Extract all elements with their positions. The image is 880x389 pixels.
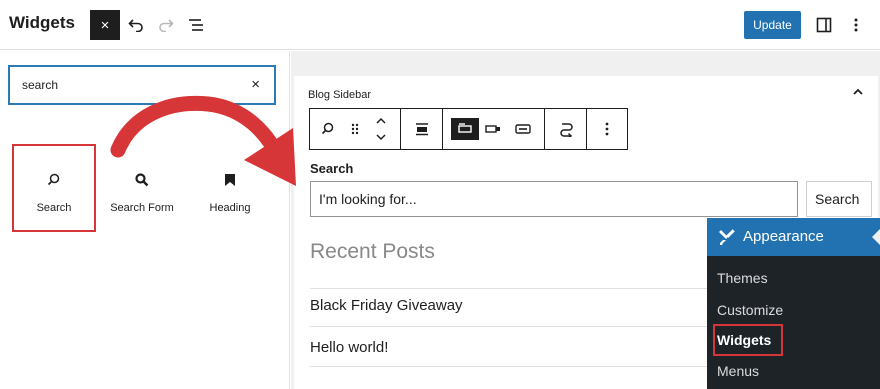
- list-view-button[interactable]: [184, 12, 208, 38]
- options-menu-button[interactable]: [846, 12, 866, 38]
- search-block-label[interactable]: Search: [310, 161, 353, 176]
- redo-icon: [159, 19, 174, 32]
- search-block-button-label: Search: [815, 191, 860, 207]
- clear-search-icon[interactable]: ×: [251, 76, 260, 93]
- sidebar-toggle-icon: [816, 17, 832, 33]
- search-icon: [47, 172, 61, 188]
- admin-menu-item-customize[interactable]: Customize: [717, 302, 783, 318]
- recent-post-link[interactable]: Hello world!: [310, 339, 388, 356]
- paintbrush-icon: [719, 229, 735, 245]
- recent-posts-heading: Recent Posts: [310, 240, 435, 263]
- search-form-icon: [135, 172, 149, 188]
- no-button-icon[interactable]: [511, 118, 535, 140]
- search-block-input[interactable]: I'm looking for...: [310, 181, 798, 217]
- divider: [310, 288, 714, 289]
- search-block-placeholder: I'm looking for...: [319, 191, 417, 207]
- align-center-icon[interactable]: [410, 118, 434, 140]
- appearance-label: Appearance: [743, 228, 824, 245]
- block-item-label: Heading: [209, 202, 251, 214]
- update-button[interactable]: Update: [744, 11, 801, 39]
- block-options-icon[interactable]: [595, 118, 619, 140]
- divider: [310, 326, 714, 327]
- active-notch: [872, 229, 880, 245]
- bookmark-icon: [224, 172, 236, 188]
- widget-area-title: Blog Sidebar: [308, 89, 371, 101]
- move-up-down-icon[interactable]: [369, 113, 393, 145]
- block-item-search-form[interactable]: Search Form: [100, 144, 184, 232]
- block-inserter-panel: search × Search Search Form Heading: [0, 51, 290, 389]
- admin-menu-item-themes[interactable]: Themes: [717, 270, 768, 286]
- list-view-icon: [189, 19, 203, 31]
- block-item-label: Search Form: [110, 202, 174, 214]
- admin-menu-appearance[interactable]: Appearance: [707, 218, 880, 256]
- block-item-heading[interactable]: Heading: [188, 144, 272, 232]
- search-input-value: search: [22, 78, 59, 92]
- undo-icon: [128, 19, 143, 32]
- admin-menu-item-widgets[interactable]: Widgets: [717, 332, 771, 348]
- drag-handle-icon[interactable]: [343, 118, 367, 140]
- transform-icon[interactable]: [554, 118, 578, 140]
- search-block-button[interactable]: Search: [806, 181, 872, 217]
- recent-post-link[interactable]: Black Friday Giveaway: [310, 297, 463, 314]
- divider: [310, 366, 714, 367]
- admin-menu-flyout: Appearance Themes Customize Widgets Menu…: [707, 218, 880, 389]
- top-toolbar: Widgets × Update: [0, 0, 880, 50]
- button-outside-icon[interactable]: [451, 118, 479, 140]
- settings-sidebar-button[interactable]: [812, 12, 836, 38]
- more-vertical-icon: [854, 18, 858, 32]
- block-item-label: Search: [36, 202, 72, 214]
- close-inserter-button[interactable]: ×: [90, 10, 120, 40]
- admin-menu-item-menus[interactable]: Menus: [717, 363, 759, 379]
- collapse-chevron-icon[interactable]: [852, 88, 864, 96]
- block-type-search-icon[interactable]: [316, 118, 340, 140]
- block-search-input[interactable]: search ×: [8, 65, 276, 105]
- undo-button[interactable]: [124, 12, 148, 38]
- redo-button[interactable]: [154, 12, 178, 38]
- page-title: Widgets: [9, 13, 75, 32]
- block-item-search[interactable]: Search: [12, 144, 96, 232]
- close-icon: ×: [100, 16, 110, 34]
- block-toolbar: [309, 108, 628, 150]
- button-inside-icon[interactable]: [481, 118, 505, 140]
